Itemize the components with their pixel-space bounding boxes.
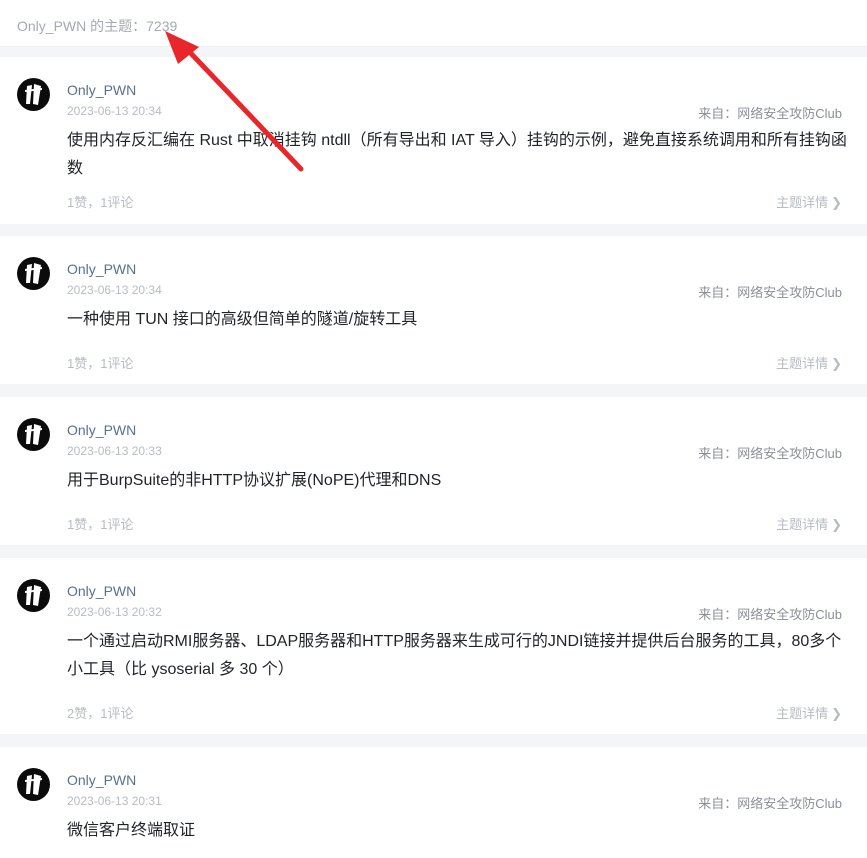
topic-detail-link[interactable]: 主题详情 ❯ bbox=[776, 514, 842, 533]
author-link[interactable]: Only_PWN bbox=[67, 583, 136, 599]
topic-detail-link[interactable]: 主题详情 ❯ bbox=[776, 192, 842, 211]
chevron-right-icon: ❯ bbox=[831, 195, 842, 210]
post-stats: 1赞，1评论 bbox=[67, 517, 134, 532]
avatar-logo-icon bbox=[25, 84, 42, 105]
detail-label: 主题详情 bbox=[776, 517, 829, 532]
avatar-logo-icon bbox=[25, 585, 42, 606]
avatar-logo-icon bbox=[25, 774, 42, 795]
post-title[interactable]: 微信客户终端取证 bbox=[67, 817, 847, 845]
topics-header: Only_PWN 的主题：7239 bbox=[0, 0, 867, 47]
post-time: 2023-06-13 20:34 bbox=[67, 283, 162, 297]
author-link[interactable]: Only_PWN bbox=[67, 261, 136, 277]
avatar[interactable] bbox=[17, 257, 50, 290]
header-label: Only_PWN 的主题： bbox=[17, 18, 147, 34]
avatar-logo-icon bbox=[25, 424, 42, 445]
post-title[interactable]: 使用内存反汇编在 Rust 中取消挂钩 ntdll（所有导出和 IAT 导入）挂… bbox=[67, 127, 847, 183]
topic-count: 7239 bbox=[146, 18, 178, 34]
post-time: 2023-06-13 20:31 bbox=[67, 794, 162, 808]
post-time: 2023-06-13 20:34 bbox=[67, 104, 162, 118]
topics-count-label: Only_PWN 的主题：7239 bbox=[17, 16, 177, 36]
post-card: Only_PWN 2023-06-13 20:34 来自：网络安全攻防Club … bbox=[0, 236, 867, 384]
post-source[interactable]: 来自：网络安全攻防Club bbox=[698, 282, 842, 301]
post-card: Only_PWN 2023-06-13 20:34 来自：网络安全攻防Club … bbox=[0, 57, 867, 224]
avatar[interactable] bbox=[17, 78, 50, 111]
post-title[interactable]: 用于BurpSuite的非HTTP协议扩展(NoPE)代理和DNS bbox=[67, 467, 847, 495]
author-link[interactable]: Only_PWN bbox=[67, 772, 136, 788]
post-card: Only_PWN 2023-06-13 20:32 来自：网络安全攻防Club … bbox=[0, 558, 867, 734]
chevron-right-icon: ❯ bbox=[831, 356, 842, 371]
avatar[interactable] bbox=[17, 418, 50, 451]
post-source[interactable]: 来自：网络安全攻防Club bbox=[698, 604, 842, 623]
post-title[interactable]: 一个通过启动RMI服务器、LDAP服务器和HTTP服务器来生成可行的JNDI链接… bbox=[67, 628, 847, 684]
post-stats: 1赞，1评论 bbox=[67, 356, 134, 371]
author-link[interactable]: Only_PWN bbox=[67, 82, 136, 98]
post-time: 2023-06-13 20:33 bbox=[67, 444, 162, 458]
avatar[interactable] bbox=[17, 768, 50, 801]
author-link[interactable]: Only_PWN bbox=[67, 422, 136, 438]
post-time: 2023-06-13 20:32 bbox=[67, 605, 162, 619]
post-card: Only_PWN 2023-06-13 20:33 来自：网络安全攻防Club … bbox=[0, 397, 867, 545]
detail-label: 主题详情 bbox=[776, 195, 829, 210]
topic-detail-link[interactable]: 主题详情 ❯ bbox=[776, 353, 842, 372]
post-source[interactable]: 来自：网络安全攻防Club bbox=[698, 103, 842, 122]
post-card: Only_PWN 2023-06-13 20:31 来自：网络安全攻防Club … bbox=[0, 747, 867, 858]
chevron-right-icon: ❯ bbox=[831, 706, 842, 721]
detail-label: 主题详情 bbox=[776, 356, 829, 371]
chevron-right-icon: ❯ bbox=[831, 517, 842, 532]
post-stats: 1赞，1评论 bbox=[67, 195, 134, 210]
post-source[interactable]: 来自：网络安全攻防Club bbox=[698, 793, 842, 812]
post-title[interactable]: 一种使用 TUN 接口的高级但简单的隧道/旋转工具 bbox=[67, 306, 847, 334]
avatar-logo-icon bbox=[25, 263, 42, 284]
avatar[interactable] bbox=[17, 579, 50, 612]
post-stats: 2赞，1评论 bbox=[67, 706, 134, 721]
detail-label: 主题详情 bbox=[776, 706, 829, 721]
topic-detail-link[interactable]: 主题详情 ❯ bbox=[776, 703, 842, 722]
post-source[interactable]: 来自：网络安全攻防Club bbox=[698, 443, 842, 462]
